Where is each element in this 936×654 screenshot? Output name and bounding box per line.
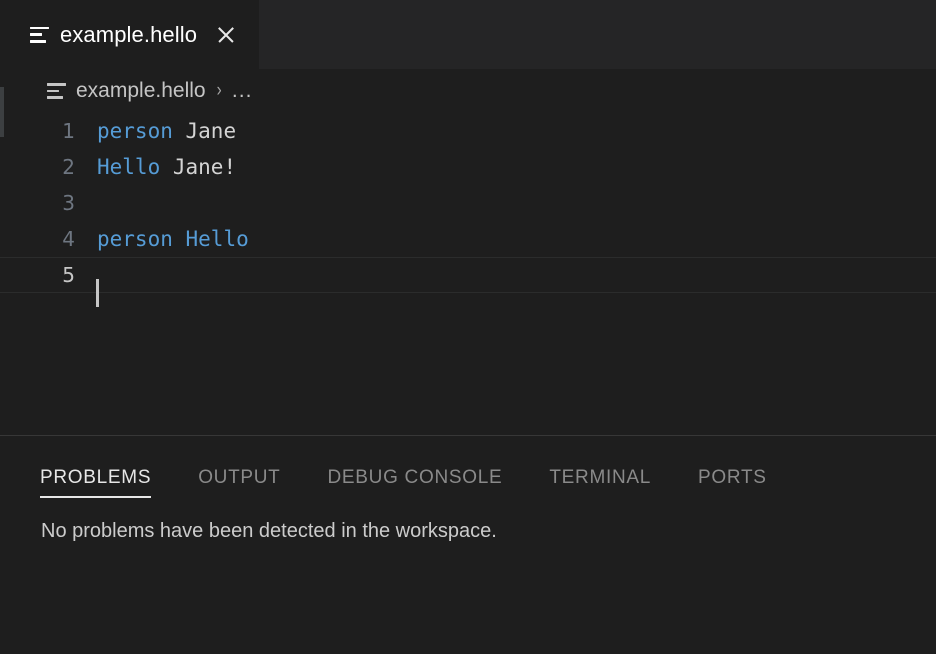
line-number: 1	[0, 119, 96, 143]
line-number: 2	[0, 155, 96, 179]
token-keyword: person	[97, 227, 173, 251]
code-line[interactable]: 2 Hello Jane!	[0, 149, 936, 185]
panel-content: No problems have been detected in the wo…	[0, 498, 936, 654]
code-line-text: person Hello	[96, 227, 936, 251]
code-editor-content[interactable]: 1 person Jane 2 Hello Jane! 3 4 person H…	[0, 113, 936, 293]
bottom-panel: PROBLEMS OUTPUT DEBUG CONSOLE TERMINAL P…	[0, 435, 936, 654]
token-identifier: Jane!	[173, 155, 236, 179]
tab-output-label: OUTPUT	[198, 467, 280, 488]
token-space	[173, 227, 186, 251]
token-keyword: person	[97, 119, 173, 143]
code-line[interactable]: 4 person Hello	[0, 221, 936, 257]
tab-output[interactable]: OUTPUT	[198, 467, 280, 498]
tab-terminal[interactable]: TERMINAL	[549, 467, 651, 498]
token-space	[160, 155, 173, 179]
token-keyword: Hello	[186, 227, 249, 251]
tab-debug-console-label: DEBUG CONSOLE	[328, 467, 503, 488]
breadcrumb-file-lines-icon	[47, 83, 66, 99]
panel-tab-list: PROBLEMS OUTPUT DEBUG CONSOLE TERMINAL P…	[0, 436, 936, 498]
breadcrumb: example.hello › ...	[0, 69, 936, 113]
code-line-text: Hello Jane!	[96, 155, 936, 179]
code-line-text: person Jane	[96, 119, 936, 143]
tab-problems[interactable]: PROBLEMS	[40, 467, 151, 498]
tab-problems-label: PROBLEMS	[40, 467, 151, 488]
code-line[interactable]: 3	[0, 185, 936, 221]
token-keyword: Hello	[97, 155, 160, 179]
chevron-right-icon: ›	[216, 80, 221, 102]
text-cursor	[96, 279, 99, 307]
vscode-window: example.hello example.hello › ... 1 pers…	[0, 0, 936, 654]
line-number-active: 5	[0, 263, 96, 287]
token-space	[173, 119, 186, 143]
problems-empty-message: No problems have been detected in the wo…	[41, 518, 936, 544]
token-identifier: Jane	[186, 119, 237, 143]
breadcrumb-item-file[interactable]: example.hello	[47, 79, 206, 103]
editor-tab-bar: example.hello	[0, 0, 936, 69]
tab-debug-console[interactable]: DEBUG CONSOLE	[328, 467, 503, 498]
code-line[interactable]: 1 person Jane	[0, 113, 936, 149]
line-number: 4	[0, 227, 96, 251]
tab-terminal-label: TERMINAL	[549, 467, 651, 488]
editor-tab-label: example.hello	[60, 24, 197, 46]
code-line-active[interactable]: 5	[0, 257, 936, 293]
tab-ports[interactable]: PORTS	[698, 467, 767, 498]
editor-tab-example-hello[interactable]: example.hello	[0, 0, 259, 69]
breadcrumb-item-more[interactable]: ...	[232, 79, 253, 103]
file-lines-icon	[30, 27, 49, 43]
editor: example.hello › ... 1 person Jane 2 Hell…	[0, 69, 936, 435]
line-number: 3	[0, 191, 96, 215]
breadcrumb-file-label: example.hello	[76, 79, 206, 103]
tab-ports-label: PORTS	[698, 467, 767, 488]
close-icon[interactable]	[215, 24, 237, 46]
